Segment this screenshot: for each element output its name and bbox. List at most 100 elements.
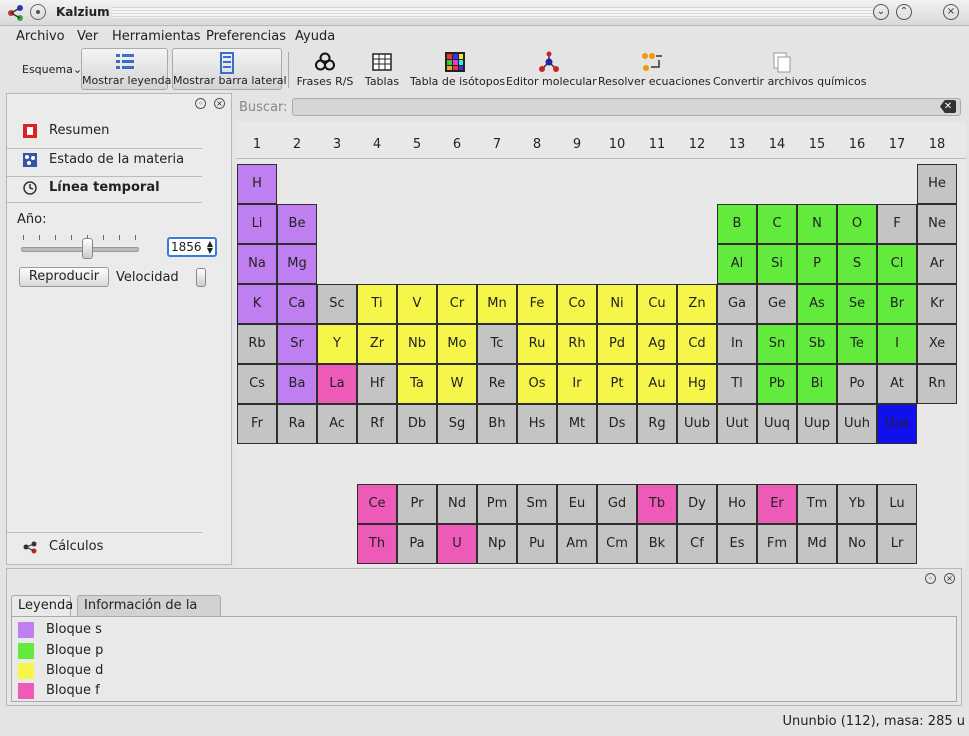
tablas-button[interactable]: Tablas <box>362 48 402 90</box>
element-k[interactable]: K <box>237 284 277 324</box>
esquema-dropdown[interactable]: Esquema⌄ <box>22 63 82 76</box>
search-input[interactable] <box>292 98 961 116</box>
element-zn[interactable]: Zn <box>677 284 717 324</box>
element-gd[interactable]: Gd <box>597 484 637 524</box>
sidebar-item-resumen[interactable]: Resumen <box>13 118 231 144</box>
element-la[interactable]: La <box>317 364 357 404</box>
element-mg[interactable]: Mg <box>277 244 317 284</box>
year-slider[interactable] <box>21 247 139 252</box>
element-pa[interactable]: Pa <box>397 524 437 564</box>
element-h[interactable]: H <box>237 164 277 204</box>
sidebar-item-calculos[interactable]: Cálculos <box>13 534 231 560</box>
element-mt[interactable]: Mt <box>557 404 597 444</box>
tabla-isotopos-button[interactable]: Tabla de isótopos <box>410 48 505 90</box>
element-uus[interactable]: Uus <box>877 404 917 444</box>
element-tc[interactable]: Tc <box>477 324 517 364</box>
element-au[interactable]: Au <box>637 364 677 404</box>
menu-ayuda[interactable]: Ayuda <box>295 29 335 44</box>
element-at[interactable]: At <box>877 364 917 404</box>
element-ir[interactable]: Ir <box>557 364 597 404</box>
element-pd[interactable]: Pd <box>597 324 637 364</box>
element-sc[interactable]: Sc <box>317 284 357 324</box>
element-nd[interactable]: Nd <box>437 484 477 524</box>
element-os[interactable]: Os <box>517 364 557 404</box>
element-pm[interactable]: Pm <box>477 484 517 524</box>
close-panel-icon[interactable]: × <box>214 98 225 109</box>
element-u[interactable]: U <box>437 524 477 564</box>
element-o[interactable]: O <box>837 204 877 244</box>
year-spinbox[interactable]: 1856 ▲ ▼ <box>167 237 217 257</box>
element-in[interactable]: In <box>717 324 757 364</box>
element-fe[interactable]: Fe <box>517 284 557 324</box>
reproducir-button[interactable]: Reproducir <box>19 267 109 287</box>
element-mo[interactable]: Mo <box>437 324 477 364</box>
editor-molecular-button[interactable]: Editor molecular <box>506 48 597 90</box>
window-menu-icon[interactable] <box>30 4 46 20</box>
element-ba[interactable]: Ba <box>277 364 317 404</box>
element-fm[interactable]: Fm <box>757 524 797 564</box>
float-panel-icon[interactable]: ◦ <box>195 98 206 109</box>
element-tb[interactable]: Tb <box>637 484 677 524</box>
element-s[interactable]: S <box>837 244 877 284</box>
element-no[interactable]: No <box>837 524 877 564</box>
element-ta[interactable]: Ta <box>397 364 437 404</box>
tab-leyenda[interactable]: Leyenda <box>11 595 73 617</box>
element-ce[interactable]: Ce <box>357 484 397 524</box>
minimize-icon[interactable]: ⌄ <box>873 4 889 20</box>
element-al[interactable]: Al <box>717 244 757 284</box>
year-slider-handle[interactable] <box>82 238 94 259</box>
element-bh[interactable]: Bh <box>477 404 517 444</box>
sidebar-item-linea-temporal[interactable]: Línea temporal <box>13 175 231 201</box>
element-rb[interactable]: Rb <box>237 324 277 364</box>
element-br[interactable]: Br <box>877 284 917 324</box>
mostrar-leyenda-button[interactable]: Mostrar leyenda <box>81 48 171 90</box>
element-n[interactable]: N <box>797 204 837 244</box>
element-pu[interactable]: Pu <box>517 524 557 564</box>
element-ti[interactable]: Ti <box>357 284 397 324</box>
element-sn[interactable]: Sn <box>757 324 797 364</box>
element-hg[interactable]: Hg <box>677 364 717 404</box>
element-sb[interactable]: Sb <box>797 324 837 364</box>
element-xe[interactable]: Xe <box>917 324 957 364</box>
element-w[interactable]: W <box>437 364 477 404</box>
element-db[interactable]: Db <box>397 404 437 444</box>
element-sr[interactable]: Sr <box>277 324 317 364</box>
element-cm[interactable]: Cm <box>597 524 637 564</box>
element-na[interactable]: Na <box>237 244 277 284</box>
element-re[interactable]: Re <box>477 364 517 404</box>
element-ge[interactable]: Ge <box>757 284 797 324</box>
element-ho[interactable]: Ho <box>717 484 757 524</box>
speed-slider-handle[interactable] <box>196 268 206 287</box>
element-pb[interactable]: Pb <box>757 364 797 404</box>
element-hf[interactable]: Hf <box>357 364 397 404</box>
element-cf[interactable]: Cf <box>677 524 717 564</box>
element-kr[interactable]: Kr <box>917 284 957 324</box>
convertir-archivos-button[interactable]: Convertir archivos químicos <box>713 48 866 90</box>
element-f[interactable]: F <box>877 204 917 244</box>
element-ni[interactable]: Ni <box>597 284 637 324</box>
frases-rs-button[interactable]: Frases R/S <box>294 48 356 90</box>
element-sm[interactable]: Sm <box>517 484 557 524</box>
element-as[interactable]: As <box>797 284 837 324</box>
element-rf[interactable]: Rf <box>357 404 397 444</box>
float-panel-icon[interactable]: ◦ <box>925 573 936 584</box>
element-fr[interactable]: Fr <box>237 404 277 444</box>
menu-ver[interactable]: Ver <box>77 29 98 44</box>
menu-archivo[interactable]: Archivo <box>16 29 65 44</box>
tab-informacion-tabla[interactable]: Información de la tabla <box>77 595 221 633</box>
element-bk[interactable]: Bk <box>637 524 677 564</box>
element-ne[interactable]: Ne <box>917 204 957 244</box>
element-pt[interactable]: Pt <box>597 364 637 404</box>
element-lu[interactable]: Lu <box>877 484 917 524</box>
element-yb[interactable]: Yb <box>837 484 877 524</box>
element-se[interactable]: Se <box>837 284 877 324</box>
element-ds[interactable]: Ds <box>597 404 637 444</box>
element-ga[interactable]: Ga <box>717 284 757 324</box>
element-uup[interactable]: Uup <box>797 404 837 444</box>
element-co[interactable]: Co <box>557 284 597 324</box>
element-cu[interactable]: Cu <box>637 284 677 324</box>
element-ac[interactable]: Ac <box>317 404 357 444</box>
element-es[interactable]: Es <box>717 524 757 564</box>
element-ra[interactable]: Ra <box>277 404 317 444</box>
element-uuq[interactable]: Uuq <box>757 404 797 444</box>
